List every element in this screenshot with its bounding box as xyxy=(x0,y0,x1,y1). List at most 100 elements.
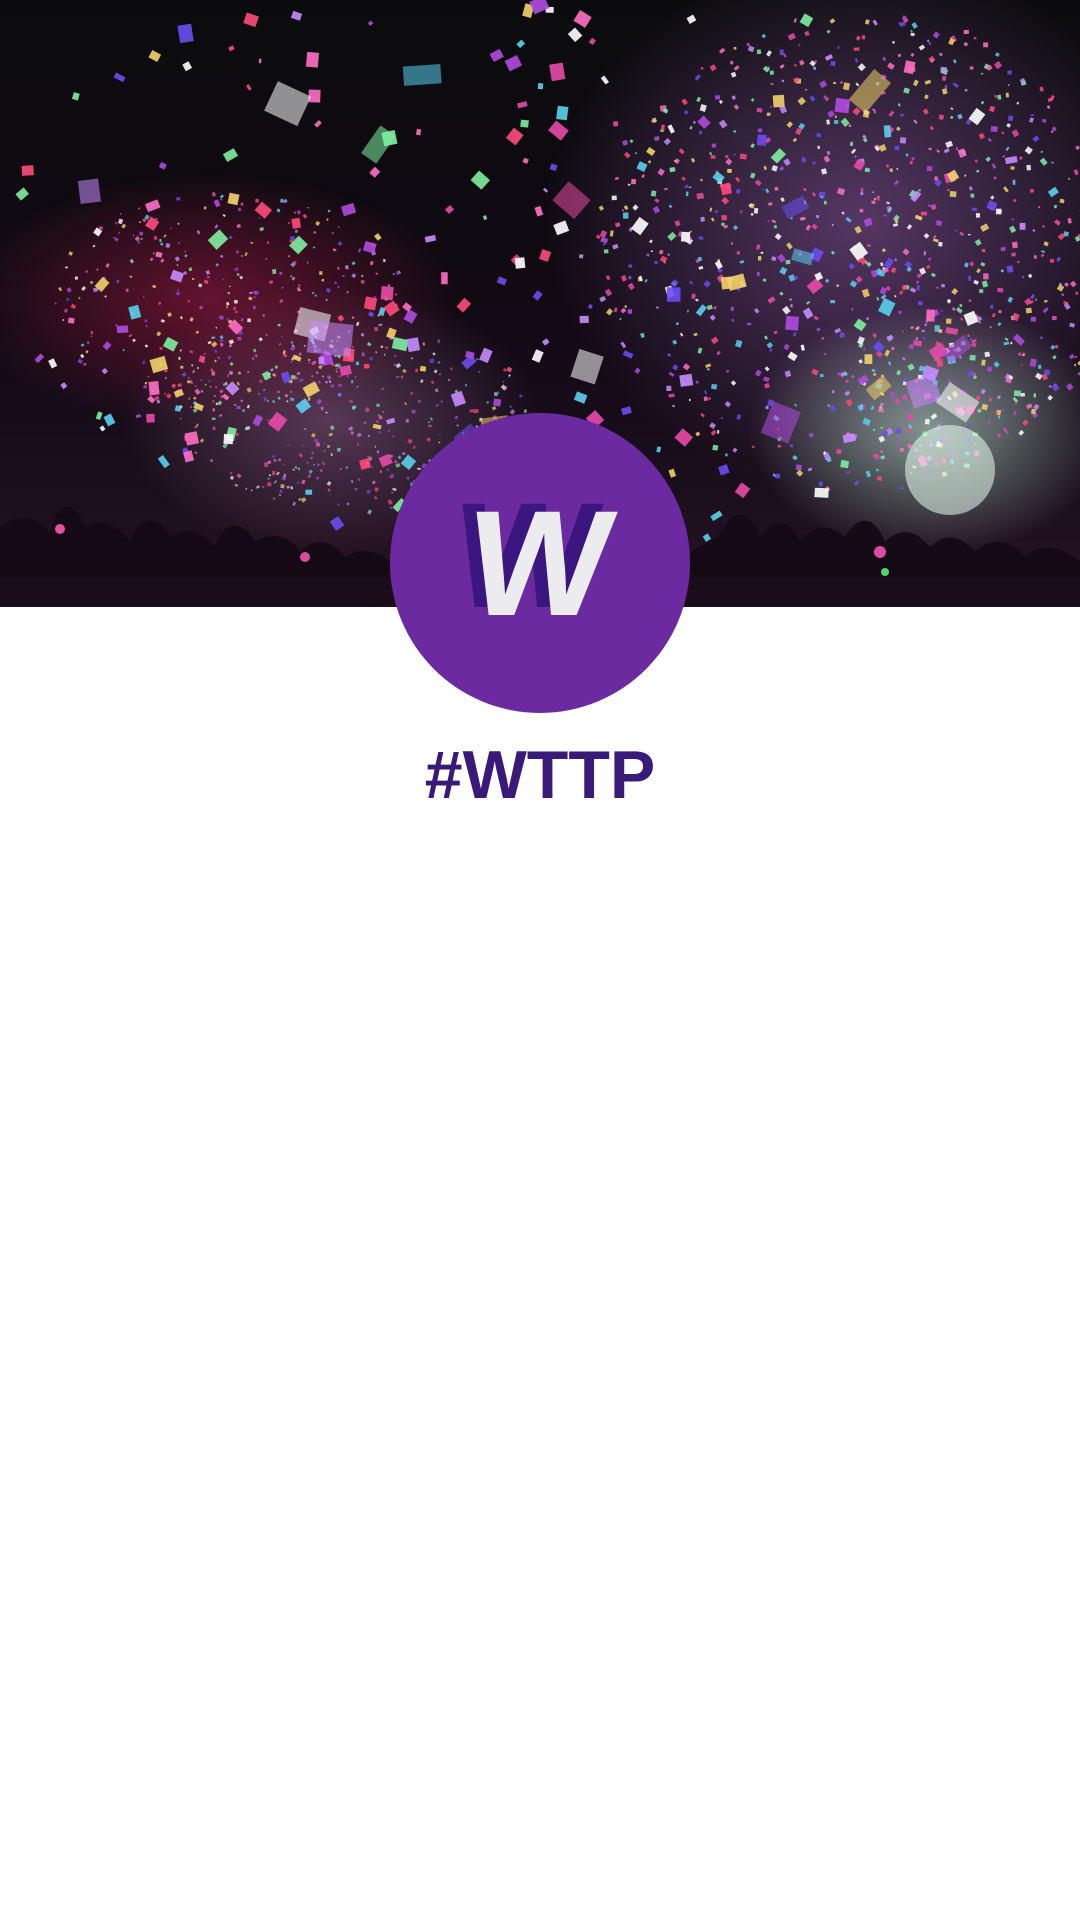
confetti-piece xyxy=(910,52,915,57)
confetti-piece xyxy=(364,407,371,413)
confetti-piece xyxy=(196,366,200,370)
confetti-piece xyxy=(483,215,488,221)
confetti-piece xyxy=(183,270,188,276)
confetti-piece xyxy=(128,333,133,338)
confetti-piece xyxy=(369,260,374,266)
confetti-piece xyxy=(924,418,930,425)
confetti-piece xyxy=(450,390,466,407)
confetti-piece xyxy=(81,286,86,291)
confetti-piece xyxy=(71,92,80,101)
confetti-piece xyxy=(646,253,650,257)
confetti-piece xyxy=(764,366,770,372)
confetti-piece xyxy=(174,256,180,262)
confetti-piece xyxy=(698,236,704,240)
confetti-piece xyxy=(1006,123,1011,128)
confetti-piece xyxy=(156,331,162,337)
confetti-piece xyxy=(811,368,819,376)
confetti-piece xyxy=(1003,341,1010,346)
confetti-piece xyxy=(631,178,637,185)
confetti-piece xyxy=(277,323,281,327)
confetti-piece xyxy=(356,432,362,438)
confetti-piece xyxy=(811,192,817,197)
confetti-piece xyxy=(1007,70,1012,75)
confetti-piece xyxy=(766,50,772,57)
confetti-piece xyxy=(732,447,738,453)
confetti-piece xyxy=(220,254,224,259)
confetti-piece xyxy=(78,296,81,300)
confetti-piece xyxy=(863,217,873,227)
confetti-piece xyxy=(808,432,814,438)
confetti-piece xyxy=(219,335,224,340)
confetti-piece xyxy=(980,388,987,395)
confetti-piece xyxy=(997,321,1002,327)
confetti-piece xyxy=(963,310,979,326)
confetti-piece xyxy=(606,308,614,316)
confetti-piece xyxy=(670,279,679,288)
confetti-piece xyxy=(750,213,754,216)
confetti-piece xyxy=(307,207,310,209)
confetti-piece xyxy=(845,399,853,407)
confetti-piece xyxy=(549,62,566,82)
confetti-piece xyxy=(315,220,321,226)
confetti-piece xyxy=(276,208,281,213)
confetti-piece xyxy=(845,379,849,383)
confetti-piece xyxy=(318,356,325,365)
confetti-piece xyxy=(733,46,737,50)
confetti-piece xyxy=(402,368,407,374)
confetti-piece xyxy=(714,260,723,270)
confetti-piece xyxy=(267,419,270,422)
confetti-piece xyxy=(567,27,583,43)
confetti-piece xyxy=(826,29,831,34)
confetti-piece xyxy=(194,388,201,395)
confetti-piece xyxy=(402,452,406,455)
confetti-piece xyxy=(203,279,209,285)
confetti-piece xyxy=(67,317,75,324)
confetti-piece xyxy=(695,431,701,437)
confetti-piece xyxy=(346,290,350,294)
confetti-piece xyxy=(811,223,818,230)
confetti-piece xyxy=(713,306,717,310)
confetti-piece xyxy=(1025,307,1033,314)
confetti-piece xyxy=(957,113,963,120)
confetti-piece xyxy=(735,176,741,183)
confetti-piece xyxy=(342,275,345,277)
confetti-piece xyxy=(222,393,230,401)
confetti-piece xyxy=(694,74,701,81)
confetti-piece xyxy=(622,212,629,219)
confetti-piece xyxy=(954,229,958,232)
confetti-piece xyxy=(153,235,158,240)
confetti-piece xyxy=(287,444,290,446)
confetti-piece xyxy=(311,432,316,438)
confetti-piece xyxy=(667,124,675,134)
confetti-piece xyxy=(222,148,239,163)
confetti-piece xyxy=(967,275,972,282)
confetti-piece xyxy=(609,230,614,237)
confetti-piece xyxy=(622,350,634,359)
confetti-piece xyxy=(910,29,913,32)
confetti-piece xyxy=(718,47,726,54)
confetti-piece xyxy=(194,451,198,454)
confetti-piece xyxy=(916,280,919,284)
confetti-piece xyxy=(709,422,716,429)
confetti-piece xyxy=(1075,145,1080,150)
confetti-piece xyxy=(227,355,232,360)
confetti-piece xyxy=(502,367,507,372)
confetti-piece xyxy=(830,300,836,304)
profile-avatar[interactable]: W W xyxy=(390,413,690,713)
confetti-piece xyxy=(864,354,873,364)
confetti-piece xyxy=(387,429,390,433)
confetti-piece xyxy=(129,258,134,264)
confetti-piece xyxy=(83,363,87,366)
confetti-piece xyxy=(725,369,730,373)
confetti-piece xyxy=(619,317,622,321)
confetti-piece xyxy=(271,373,277,378)
confetti-piece xyxy=(964,88,968,92)
confetti-piece xyxy=(66,298,70,301)
confetti-piece xyxy=(823,155,831,163)
confetti-piece xyxy=(903,60,916,75)
confetti-piece xyxy=(652,205,661,214)
confetti-piece xyxy=(504,54,523,72)
confetti-piece xyxy=(195,330,200,335)
confetti-piece xyxy=(849,241,869,261)
confetti-piece xyxy=(777,444,782,448)
